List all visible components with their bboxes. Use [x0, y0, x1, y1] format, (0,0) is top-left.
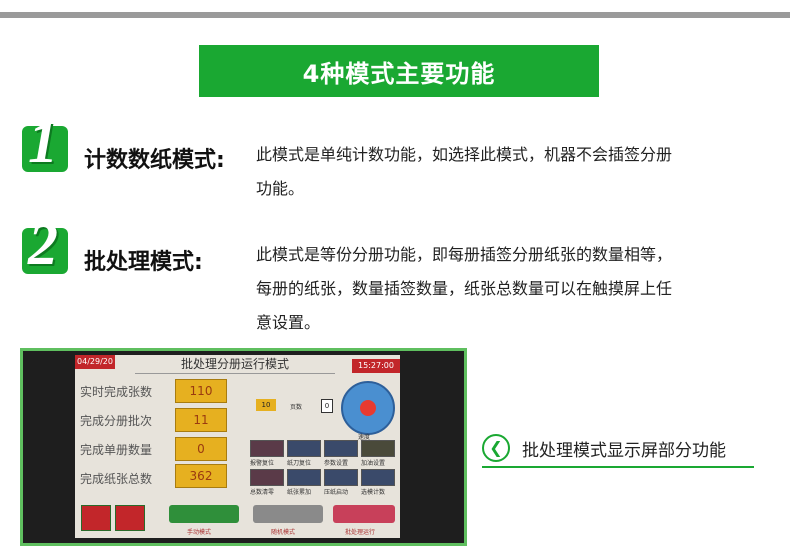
hmi-time: 15:27:00: [352, 359, 400, 373]
hmi-row-value: 110: [175, 379, 227, 403]
mode-2-desc-line: 此模式是等份分册功能，即每册插签分册纸张的数量相等，: [256, 245, 673, 264]
oil-settings-button[interactable]: [361, 440, 395, 457]
callout-text: 批处理模式显示屏部分功能: [522, 441, 726, 461]
manual-mode-button[interactable]: [169, 505, 239, 523]
hmi-row-value: 0: [175, 437, 227, 461]
mode-2-title: 批处理模式:: [84, 250, 203, 275]
hmi-row-label: 完成单册数量: [80, 443, 153, 457]
section-title-banner: 4种模式主要功能: [199, 45, 599, 97]
press-start-button[interactable]: [324, 469, 358, 486]
speed-dial[interactable]: [341, 381, 395, 435]
screen-callout: ❮ 批处理模式显示屏部分功能: [482, 432, 754, 468]
bottom-button-label: 随机模式: [271, 529, 296, 536]
bottom-button-label: 批处理运行: [345, 529, 376, 536]
hmi-screen: 04/29/20 批处理分册运行模式 15:27:00 实时完成张数 110 完…: [75, 355, 400, 538]
section-title: 4种模式主要功能: [302, 59, 496, 88]
hmi-button-label: 报警复位: [250, 460, 275, 467]
speed-dial-knob: [360, 400, 376, 416]
mode-1-badge: 1: [22, 112, 68, 172]
chevron-left-icon: ❮: [482, 434, 510, 462]
hmi-row-label: 完成纸张总数: [80, 472, 153, 486]
hmi-row-label: 完成分册批次: [80, 414, 153, 428]
knife-reset-button[interactable]: [287, 440, 321, 457]
mode-1-description: 此模式是单纯计数功能，如选择此模式，机器不会插签分册 功能。: [256, 138, 672, 206]
hmi-zero-box: 0: [321, 399, 333, 413]
mode-2-desc-line: 意设置。: [256, 313, 321, 332]
hmi-date: 04/29/20: [75, 355, 115, 369]
hmi-button-label: 选模计数: [361, 489, 386, 496]
hmi-button-label: 总数清零: [250, 489, 275, 496]
mode-1-title: 计数数纸模式:: [84, 148, 225, 173]
random-mode-button[interactable]: [253, 505, 323, 523]
mode-2-badge: 2: [22, 214, 68, 274]
alarm-reset-button[interactable]: [250, 440, 284, 457]
hmi-row-value: 362: [175, 464, 227, 488]
hmi-button-label: 纸刀复位: [287, 460, 312, 467]
bottom-button-label: 手动模式: [187, 529, 212, 536]
mode-2-desc-line: 每册的纸张，数量插签数量，纸张总数量可以在触摸屏上任: [256, 279, 673, 298]
hmi-page-label: 页数: [290, 404, 303, 411]
hmi-row-label: 实时完成张数: [80, 385, 153, 399]
total-clear-button[interactable]: [250, 469, 284, 486]
mode-1-desc-line: 此模式是单纯计数功能，如选择此模式，机器不会插签分册: [256, 145, 673, 164]
paper-accumulate-button[interactable]: [287, 469, 321, 486]
batch-run-button[interactable]: [333, 505, 395, 523]
mode-1-number: 1: [28, 109, 58, 175]
left-red-button-1[interactable]: [81, 505, 111, 531]
param-settings-button[interactable]: [324, 440, 358, 457]
hmi-row-value: 11: [175, 408, 227, 432]
mode-1-desc-line: 功能。: [256, 179, 305, 198]
mode-2-number: 2: [28, 211, 58, 277]
hmi-button-label: 参数设置: [324, 460, 349, 467]
hmi-title: 批处理分册运行模式: [135, 355, 335, 374]
hmi-button-label: 压纸启动: [324, 489, 349, 496]
hmi-button-label: 加油设置: [361, 460, 386, 467]
select-count-button[interactable]: [361, 469, 395, 486]
left-red-button-2[interactable]: [115, 505, 145, 531]
hmi-page-count: 10: [256, 399, 276, 411]
mode-2-description: 此模式是等份分册功能，即每册插签分册纸张的数量相等， 每册的纸张，数量插签数量，…: [256, 238, 672, 340]
hmi-button-label: 纸张累加: [287, 489, 312, 496]
top-divider-bar: [0, 12, 790, 18]
